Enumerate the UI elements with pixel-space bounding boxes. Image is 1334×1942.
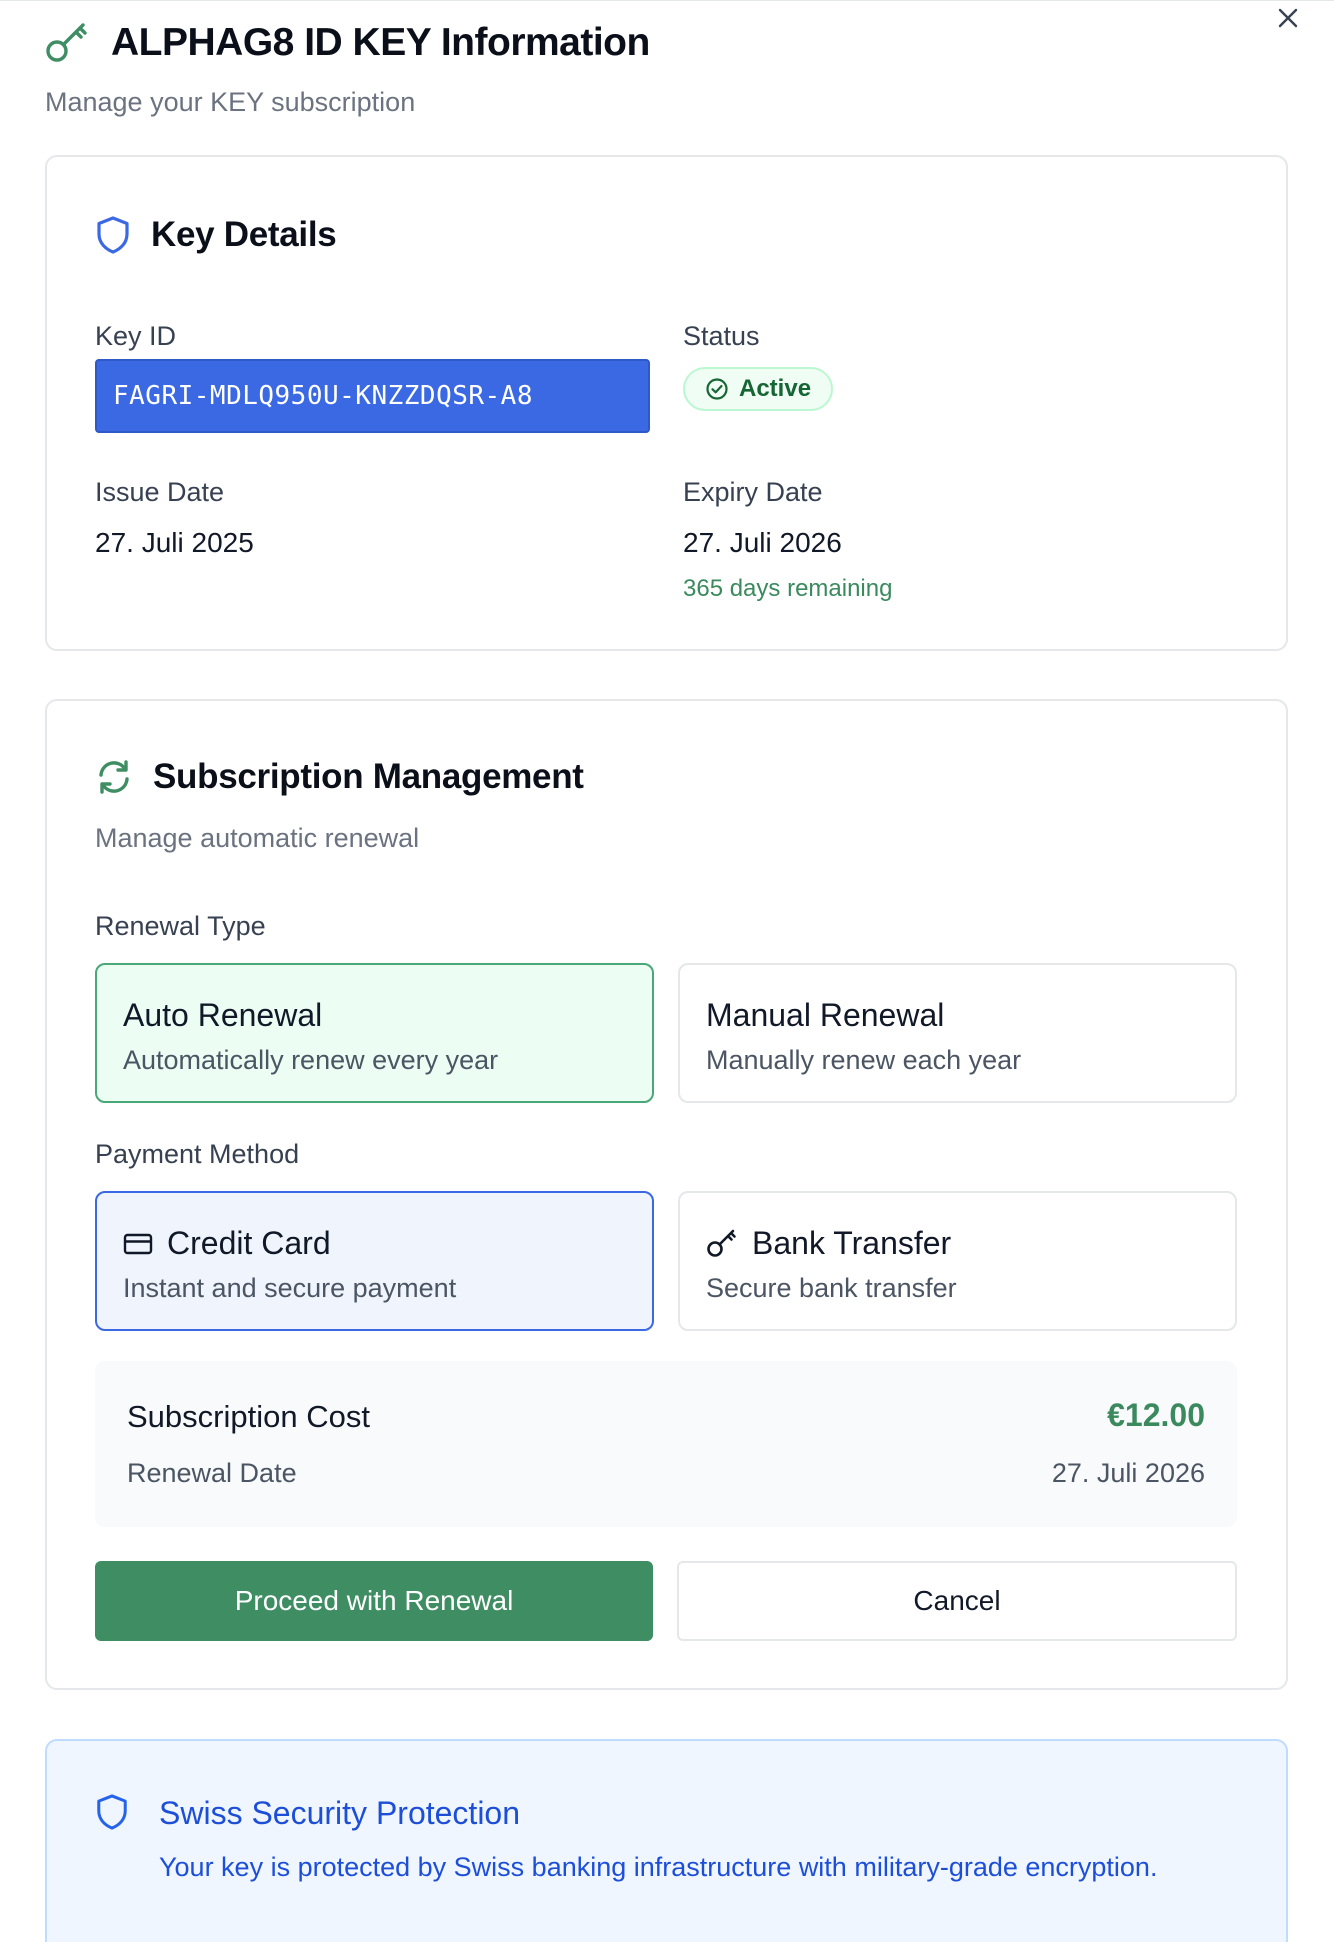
credit-card-title: Credit Card	[167, 1225, 331, 1261]
credit-card-desc: Instant and secure payment	[123, 1273, 457, 1303]
dialog-header: ALPHAG8 ID KEY Information	[45, 21, 650, 65]
shield-icon	[97, 216, 129, 254]
credit-card-icon	[123, 1233, 153, 1254]
key-icon	[46, 23, 87, 62]
key-icon	[707, 1229, 736, 1257]
status-label: Status	[683, 321, 760, 351]
payment-method-label: Payment Method	[95, 1139, 300, 1169]
cost-summary: Subscription Cost €12.00 Renewal Date 27…	[95, 1361, 1237, 1527]
security-text: Your key is protected by Swiss banking i…	[159, 1852, 1158, 1882]
dialog-subtitle: Manage your KEY subscription	[45, 87, 416, 117]
close-button[interactable]	[1273, 3, 1303, 33]
bank-transfer-title: Bank Transfer	[752, 1225, 952, 1261]
refresh-icon	[99, 760, 129, 794]
security-notice: Swiss Security Protection Your key is pr…	[45, 1739, 1288, 1942]
manual-renewal-option[interactable]: Manual Renewal Manually renew each year	[678, 963, 1237, 1103]
subscription-title: Subscription Management	[153, 757, 584, 796]
shield-icon	[97, 1794, 127, 1830]
issue-date-label: Issue Date	[95, 477, 225, 507]
manual-renewal-desc: Manually renew each year	[706, 1045, 1022, 1075]
auto-renewal-title: Auto Renewal	[123, 997, 323, 1033]
issue-date-value: 27. Juli 2025	[95, 527, 254, 558]
close-icon	[1278, 8, 1298, 28]
key-id-label: Key ID	[95, 321, 177, 351]
bank-transfer-desc: Secure bank transfer	[706, 1273, 957, 1303]
subscription-subtitle: Manage automatic renewal	[95, 823, 420, 853]
renewal-date-value: 27. Juli 2026	[1051, 1458, 1205, 1488]
renewal-type-label: Renewal Type	[95, 911, 266, 941]
subscription-card: Subscription Management Manage automatic…	[45, 699, 1288, 1690]
check-circle-icon	[706, 378, 728, 400]
expiry-date-value: 27. Juli 2026	[683, 527, 842, 558]
key-details-title: Key Details	[151, 215, 337, 254]
key-id-field[interactable]: FAGRI-MDLQ950U-KNZZDQSR-A8	[95, 359, 650, 433]
dialog-title: ALPHAG8 ID KEY Information	[111, 21, 650, 64]
security-title: Swiss Security Protection	[159, 1795, 521, 1831]
status-value: Active	[739, 375, 812, 402]
status-badge: Active	[683, 367, 834, 411]
auto-renewal-option[interactable]: Auto Renewal Automatically renew every y…	[95, 963, 654, 1103]
manual-renewal-title: Manual Renewal	[706, 997, 945, 1033]
cost-label: Subscription Cost	[127, 1399, 370, 1434]
key-details-card: Key Details Key ID FAGRI-MDLQ950U-KNZZDQ…	[45, 155, 1288, 651]
cost-amount: €12.00	[1107, 1397, 1205, 1433]
renewal-date-label: Renewal Date	[127, 1458, 297, 1488]
cancel-button[interactable]: Cancel	[677, 1561, 1237, 1641]
auto-renewal-desc: Automatically renew every year	[123, 1045, 499, 1075]
days-remaining: 365 days remaining	[683, 575, 893, 602]
credit-card-option[interactable]: Credit Card Instant and secure payment	[95, 1191, 654, 1331]
bank-transfer-option[interactable]: Bank Transfer Secure bank transfer	[678, 1191, 1237, 1331]
proceed-renewal-button[interactable]: Proceed with Renewal	[95, 1561, 653, 1641]
expiry-date-label: Expiry Date	[683, 477, 823, 507]
key-info-dialog: ALPHAG8 ID KEY Information Manage your K…	[0, 0, 1334, 1942]
